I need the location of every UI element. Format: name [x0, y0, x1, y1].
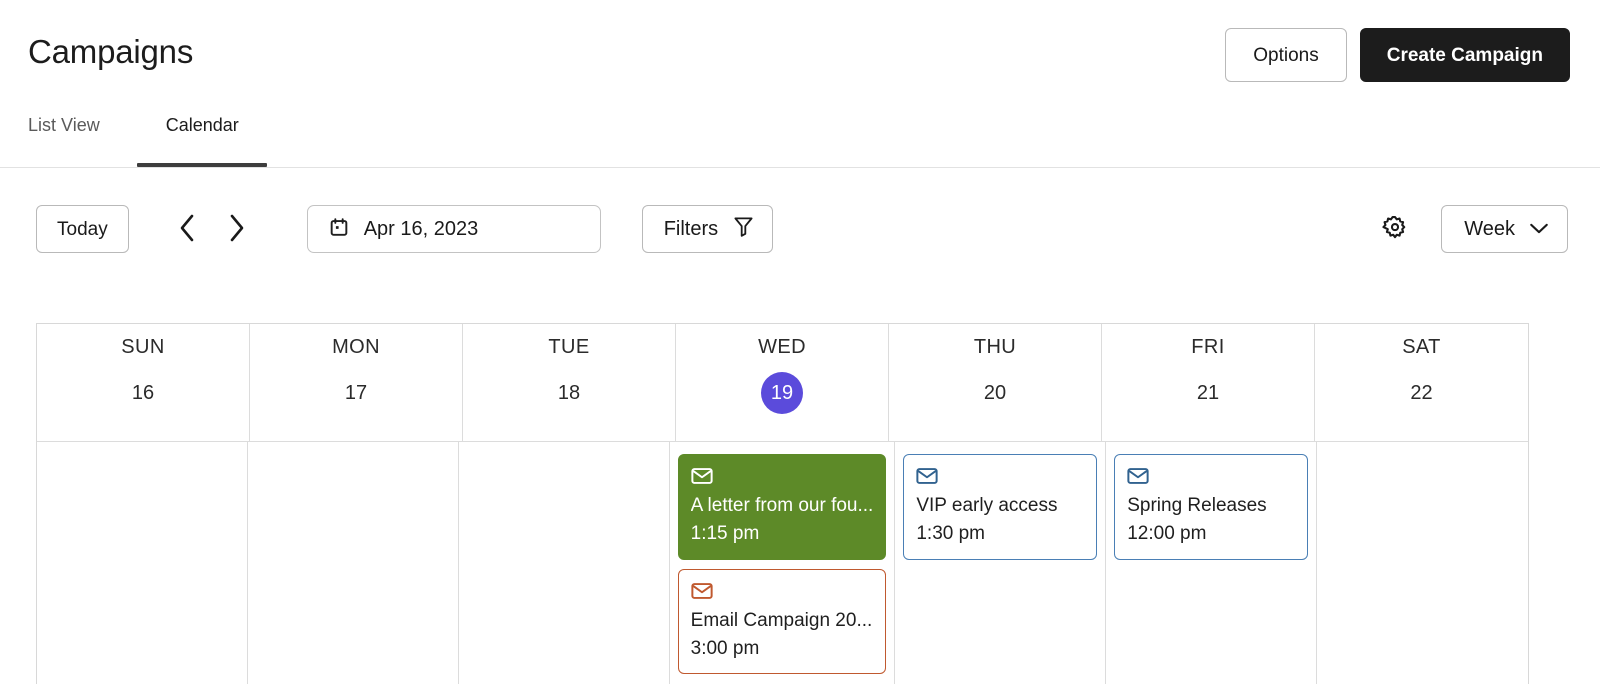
envelope-icon [691, 582, 874, 604]
calendar-cell-sun[interactable] [37, 442, 248, 684]
filters-button-label: Filters [663, 217, 719, 240]
create-campaign-button[interactable]: Create Campaign [1359, 28, 1570, 82]
event-title: VIP early access [916, 495, 1058, 516]
day-of-week-label: SUN [121, 336, 165, 358]
tab-list-view[interactable]: List View [28, 108, 166, 167]
tabs-bar: List View Calendar [0, 108, 1600, 168]
calendar-cell-thu[interactable]: VIP early access 1:30 pm [895, 442, 1107, 684]
today-button[interactable]: Today [36, 205, 129, 253]
calendar-day-header-sun[interactable]: SUN 16 [37, 324, 250, 441]
toolbar-left-group: Today Apr 16, 2023 Filters [36, 205, 774, 253]
day-of-week-label: FRI [1191, 336, 1225, 358]
calendar-header-row: SUN 16 MON 17 TUE 18 WED 19 THU 20 FRI 2… [37, 324, 1528, 442]
event-card[interactable]: Email Campaign 20... 3:00 pm [677, 568, 887, 675]
calendar-day-header-thu[interactable]: THU 20 [889, 324, 1102, 441]
page-title: Campaigns [28, 33, 194, 70]
day-of-week-label: WED [758, 336, 806, 358]
event-time: 1:15 pm [690, 522, 760, 544]
tab-calendar[interactable]: Calendar [136, 108, 267, 167]
calendar-day-header-fri[interactable]: FRI 21 [1102, 324, 1315, 441]
event-title: Spring Releases [1127, 495, 1267, 516]
event-time: 12:00 pm [1127, 522, 1207, 544]
day-of-week-label: THU [973, 336, 1017, 358]
calendar-grid: SUN 16 MON 17 TUE 18 WED 19 THU 20 FRI 2… [36, 323, 1529, 684]
event-time: 3:00 pm [690, 637, 760, 659]
filters-button[interactable]: Filters [641, 205, 774, 253]
day-of-week-label: TUE [548, 336, 590, 358]
day-number: 22 [1410, 381, 1433, 404]
next-period-button[interactable] [223, 212, 251, 246]
envelope-icon [916, 467, 1084, 489]
calendar-icon [328, 216, 350, 243]
chevron-left-icon [177, 213, 197, 246]
date-picker-value: Apr 16, 2023 [363, 217, 479, 240]
funnel-icon [733, 215, 754, 244]
calendar-day-header-mon[interactable]: MON 17 [250, 324, 463, 441]
calendar-cell-fri[interactable]: Spring Releases 12:00 pm [1106, 442, 1318, 684]
chevron-down-icon [1529, 218, 1549, 241]
view-mode-select[interactable]: Week [1441, 205, 1568, 253]
calendar-nav-arrows [173, 212, 251, 246]
calendar-cell-tue[interactable] [459, 442, 670, 684]
options-button[interactable]: Options [1225, 28, 1347, 82]
calendar-cell-wed[interactable]: A letter from our fou... 1:15 pm Email C… [670, 442, 896, 684]
envelope-icon [691, 467, 874, 489]
day-number: 16 [131, 381, 155, 404]
day-number: 21 [1196, 381, 1220, 404]
calendar-body-row: A letter from our fou... 1:15 pm Email C… [37, 442, 1528, 684]
envelope-icon [1127, 467, 1295, 489]
calendar-day-header-sat[interactable]: SAT 22 [1315, 324, 1528, 441]
calendar-toolbar: Today Apr 16, 2023 Filters Week [0, 168, 1600, 286]
toolbar-right-group: Week [1378, 205, 1568, 253]
day-number: 17 [344, 381, 368, 404]
event-card[interactable]: VIP early access 1:30 pm [903, 454, 1098, 560]
calendar-day-header-tue[interactable]: TUE 18 [463, 324, 676, 441]
event-time: 1:30 pm [916, 522, 985, 544]
event-title: A letter from our fou... [690, 495, 874, 516]
previous-period-button[interactable] [173, 212, 201, 246]
gear-icon [1381, 214, 1409, 245]
day-number: 20 [983, 381, 1007, 404]
date-picker-field[interactable]: Apr 16, 2023 [306, 205, 601, 253]
calendar-settings-button[interactable] [1378, 212, 1412, 246]
calendar-cell-mon[interactable] [248, 442, 459, 684]
day-number: 18 [557, 381, 581, 404]
tabs: List View Calendar [28, 108, 1572, 167]
event-card[interactable]: A letter from our fou... 1:15 pm [677, 454, 887, 560]
header-actions: Options Create Campaign [1225, 28, 1570, 82]
calendar-cell-sat[interactable] [1317, 442, 1528, 684]
calendar-day-header-wed[interactable]: WED 19 [676, 324, 889, 441]
day-of-week-label: MON [332, 336, 380, 358]
view-mode-label: Week [1464, 217, 1515, 240]
page-header: Campaigns Options Create Campaign [0, 0, 1600, 108]
event-title: Email Campaign 20... [690, 609, 873, 631]
day-of-week-label: SAT [1402, 336, 1441, 358]
chevron-right-icon [227, 213, 247, 246]
event-card[interactable]: Spring Releases 12:00 pm [1114, 454, 1309, 560]
day-number-today: 19 [761, 372, 803, 414]
